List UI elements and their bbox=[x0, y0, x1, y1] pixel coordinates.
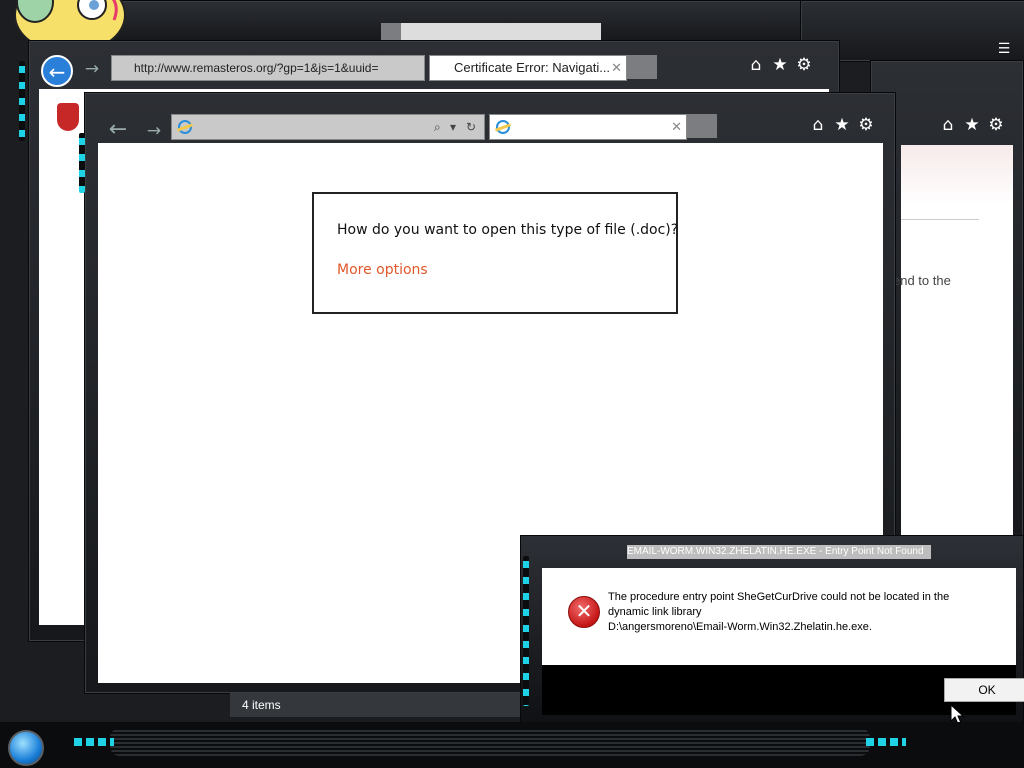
items-count: 4 items bbox=[242, 698, 281, 712]
background-window-topmost bbox=[90, 0, 812, 42]
address-bar[interactable]: http://www.remasteros.org/?gp=1&js=1&uui… bbox=[111, 55, 425, 81]
menu-icon[interactable]: ☰ bbox=[993, 39, 1015, 59]
forward-arrow-icon: → bbox=[84, 59, 100, 79]
close-icon[interactable]: ✕ bbox=[611, 56, 622, 80]
ie-icon bbox=[178, 120, 192, 134]
more-options-link[interactable]: More options bbox=[337, 262, 428, 278]
page-content-right bbox=[901, 145, 1013, 535]
refresh-icon[interactable]: ↻ bbox=[466, 115, 476, 139]
star-icon[interactable]: ★ bbox=[831, 115, 853, 135]
error-dialog-body: ✕ The procedure entry point SheGetCurDri… bbox=[542, 568, 1016, 665]
open-with-dialog: How do you want to open this type of fil… bbox=[312, 192, 678, 314]
error-message-line: D:\angersmoreno\Email-Worm.Win32.Zhelati… bbox=[608, 621, 872, 633]
taskbar-accent-right bbox=[866, 738, 906, 746]
error-dialog-footer: OK bbox=[542, 665, 1024, 715]
tab-title: Certificate Error: Navigati... bbox=[454, 60, 611, 75]
divider bbox=[901, 219, 979, 220]
error-message: The procedure entry point SheGetCurDrive… bbox=[608, 590, 1008, 635]
tab-blank[interactable]: ✕ bbox=[489, 114, 687, 140]
gear-icon[interactable]: ⚙ bbox=[855, 115, 877, 135]
chevron-down-icon[interactable]: ▾ bbox=[450, 115, 456, 139]
star-icon[interactable]: ★ bbox=[961, 115, 983, 135]
tab-certificate-error[interactable]: Certificate Error: Navigati... ✕ bbox=[429, 55, 627, 81]
new-tab[interactable] bbox=[627, 55, 657, 79]
ok-button[interactable]: OK bbox=[944, 678, 1024, 702]
taskbar bbox=[0, 722, 1024, 768]
forward-button[interactable]: → bbox=[81, 59, 103, 79]
forward-button[interactable]: → bbox=[143, 121, 165, 141]
error-icon: ✕ bbox=[568, 596, 600, 628]
home-icon[interactable]: ⌂ bbox=[807, 115, 829, 135]
error-dialog-title: EMAIL-WORM.WIN32.ZHELATIN.HE.EXE - Entry… bbox=[627, 545, 931, 559]
error-dialog: EMAIL-WORM.WIN32.ZHELATIN.HE.EXE - Entry… bbox=[520, 535, 1024, 723]
partial-page-text: end to the bbox=[893, 273, 951, 288]
frame-accent-strip bbox=[523, 556, 529, 706]
back-button[interactable]: ← bbox=[41, 55, 73, 87]
back-button[interactable]: ← bbox=[107, 117, 129, 142]
error-message-line: The procedure entry point SheGetCurDrive… bbox=[608, 591, 950, 603]
forward-arrow-icon: → bbox=[146, 121, 162, 141]
taskbar-band bbox=[110, 728, 870, 756]
back-arrow-icon: ← bbox=[108, 117, 128, 142]
error-message-line: dynamic link library bbox=[608, 606, 702, 618]
home-icon[interactable]: ⌂ bbox=[745, 55, 767, 75]
home-icon[interactable]: ⌂ bbox=[937, 115, 959, 135]
new-tab[interactable] bbox=[687, 114, 717, 138]
back-arrow-icon: ← bbox=[48, 60, 66, 84]
address-url: http://www.remasteros.org/?gp=1&js=1&uui… bbox=[134, 61, 379, 75]
search-icon[interactable]: ⌕ bbox=[434, 115, 441, 139]
frame-accent-strip bbox=[19, 61, 25, 141]
star-icon[interactable]: ★ bbox=[769, 55, 791, 75]
gear-icon[interactable]: ⚙ bbox=[793, 55, 815, 75]
open-with-question: How do you want to open this type of fil… bbox=[337, 222, 679, 238]
gear-icon[interactable]: ⚙ bbox=[985, 115, 1007, 135]
start-orb-icon[interactable] bbox=[8, 730, 44, 766]
address-bar[interactable]: ⌕ ▾ ↻ bbox=[171, 114, 485, 140]
shield-icon bbox=[57, 103, 79, 131]
background-tab bbox=[401, 23, 601, 41]
ie-icon bbox=[496, 120, 510, 134]
close-icon[interactable]: ✕ bbox=[671, 115, 682, 139]
frame-accent-strip bbox=[79, 133, 85, 193]
taskbar-accent-left bbox=[74, 738, 114, 746]
status-bar: 4 items bbox=[230, 693, 520, 717]
